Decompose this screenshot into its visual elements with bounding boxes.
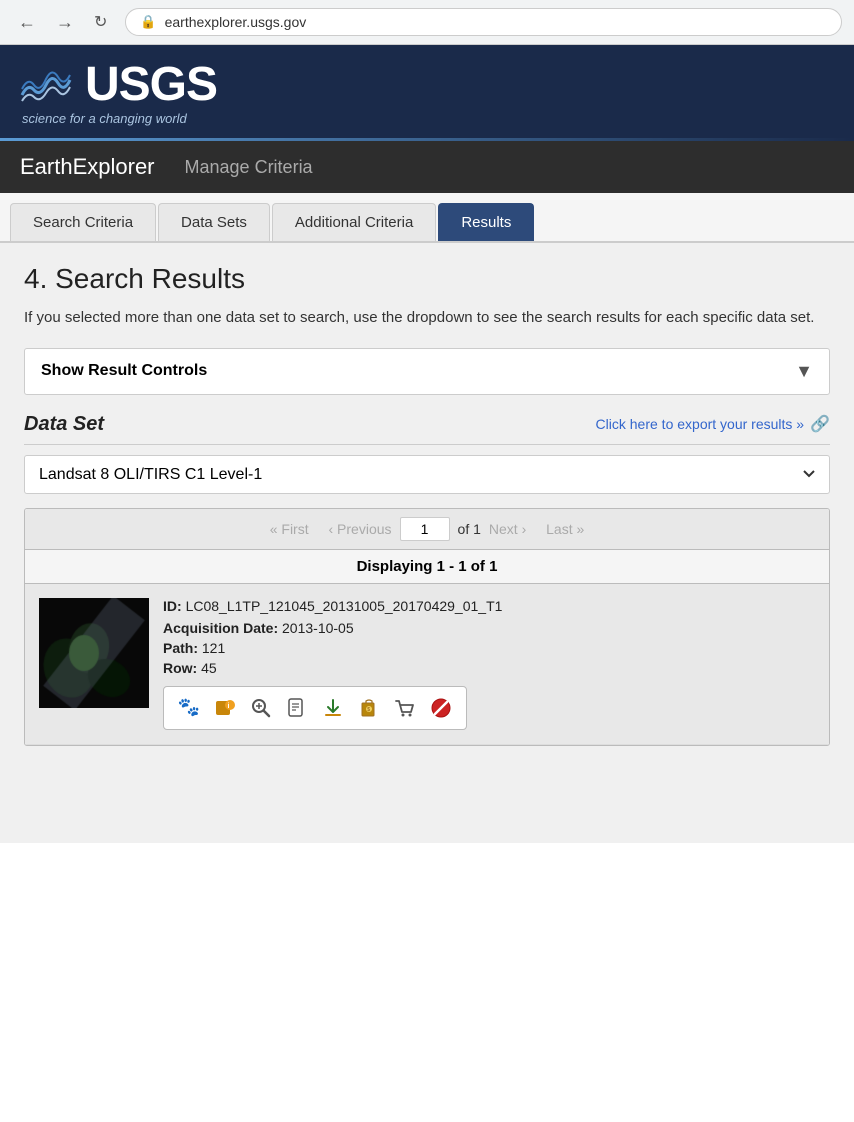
tab-search-criteria[interactable]: Search Criteria — [10, 203, 156, 241]
svg-text:$: $ — [367, 707, 370, 713]
export-link-text: Click here to export your results » — [596, 416, 805, 432]
previous-page-link[interactable]: ‹ Previous — [329, 521, 392, 537]
table-row: ID: LC08_L1TP_121045_20131005_20170429_0… — [25, 584, 829, 745]
id-value: LC08_L1TP_121045_20131005_20170429_01_T1 — [186, 598, 503, 614]
tabs-container: Search Criteria Data Sets Additional Cri… — [0, 193, 854, 243]
tab-additional-criteria[interactable]: Additional Criteria — [272, 203, 436, 241]
reload-button[interactable]: ↻ — [88, 10, 113, 34]
nav-title: EarthExplorer — [20, 154, 155, 180]
dataset-label: Data Set — [24, 413, 104, 436]
metadata-icon[interactable] — [282, 693, 312, 723]
row-value: 45 — [201, 660, 217, 676]
last-page-link[interactable]: Last » — [546, 521, 584, 537]
order-icon[interactable]: $ — [354, 693, 384, 723]
page-number-input[interactable] — [400, 517, 450, 541]
address-bar[interactable]: 🔒 earthexplorer.usgs.gov — [125, 8, 842, 36]
path-row: Path: 121 — [163, 640, 815, 656]
svg-text:i: i — [228, 703, 230, 710]
nav-bar: EarthExplorer Manage Criteria — [0, 141, 854, 193]
main-content: 4. Search Results If you selected more t… — [0, 243, 854, 843]
download-icon[interactable] — [318, 693, 348, 723]
footprint-icon[interactable]: 🐾 — [174, 693, 204, 723]
next-page-link[interactable]: Next › — [489, 521, 526, 537]
result-info: ID: LC08_L1TP_121045_20131005_20170429_0… — [163, 598, 815, 730]
page-of-label: of 1 — [458, 521, 481, 537]
dataset-select[interactable]: Landsat 8 OLI/TIRS C1 Level-1 — [24, 455, 830, 494]
manage-criteria-link[interactable]: Manage Criteria — [185, 157, 313, 178]
acquisition-date-value: 2013-10-05 — [282, 620, 354, 636]
export-icon: 🔗 — [810, 414, 830, 434]
path-value: 121 — [202, 640, 225, 656]
acquisition-date-row: Acquisition Date: 2013-10-05 — [163, 620, 815, 636]
usgs-logo-top: USGS — [20, 61, 217, 109]
usgs-name: USGS — [85, 61, 217, 109]
search-results-desc: If you selected more than one data set t… — [24, 307, 830, 330]
zoom-icon[interactable] — [246, 693, 276, 723]
tab-data-sets[interactable]: Data Sets — [158, 203, 270, 241]
row-label: Row: — [163, 660, 197, 676]
path-label: Path: — [163, 640, 198, 656]
url-text: earthexplorer.usgs.gov — [165, 14, 307, 30]
browser-chrome: ← → ↻ 🔒 earthexplorer.usgs.gov — [0, 0, 854, 45]
back-button[interactable]: ← — [12, 10, 42, 35]
result-thumbnail — [39, 598, 149, 708]
dropdown-arrow-icon: ▼ — [795, 361, 813, 382]
export-link[interactable]: Click here to export your results » 🔗 — [596, 414, 830, 434]
result-id-row: ID: LC08_L1TP_121045_20131005_20170429_0… — [163, 598, 815, 614]
pagination-bar: « First ‹ Previous of 1 Next › Last » — [25, 509, 829, 550]
usgs-wave-icon — [20, 65, 75, 105]
results-wrapper: « First ‹ Previous of 1 Next › Last » Di… — [24, 508, 830, 746]
search-results-title: 4. Search Results — [24, 263, 830, 295]
lock-icon: 🔒 — [140, 14, 156, 30]
acquisition-date-label: Acquisition Date: — [163, 620, 278, 636]
show-result-controls-label: Show Result Controls — [41, 362, 207, 380]
show-result-controls-dropdown[interactable]: Show Result Controls ▼ — [24, 348, 830, 395]
displaying-row: Displaying 1 - 1 of 1 — [25, 550, 829, 584]
forward-button[interactable]: → — [50, 10, 80, 35]
usgs-tagline: science for a changing world — [20, 111, 217, 126]
id-label: ID: — [163, 598, 182, 614]
exclude-icon[interactable] — [426, 693, 456, 723]
row-row: Row: 45 — [163, 660, 815, 676]
usgs-header: USGS science for a changing world — [0, 45, 854, 138]
usgs-logo: USGS science for a changing world — [20, 61, 217, 126]
first-page-link[interactable]: « First — [270, 521, 309, 537]
preview-icon[interactable]: i — [210, 693, 240, 723]
thumbnail-canvas — [39, 598, 149, 708]
cart-icon[interactable] — [390, 693, 420, 723]
nav-buttons: ← → ↻ — [12, 10, 113, 35]
displaying-text: Displaying 1 - 1 of 1 — [357, 558, 498, 575]
tab-results[interactable]: Results — [438, 203, 534, 241]
dataset-row: Data Set Click here to export your resul… — [24, 413, 830, 445]
action-icons: 🐾 i $ — [163, 686, 467, 730]
